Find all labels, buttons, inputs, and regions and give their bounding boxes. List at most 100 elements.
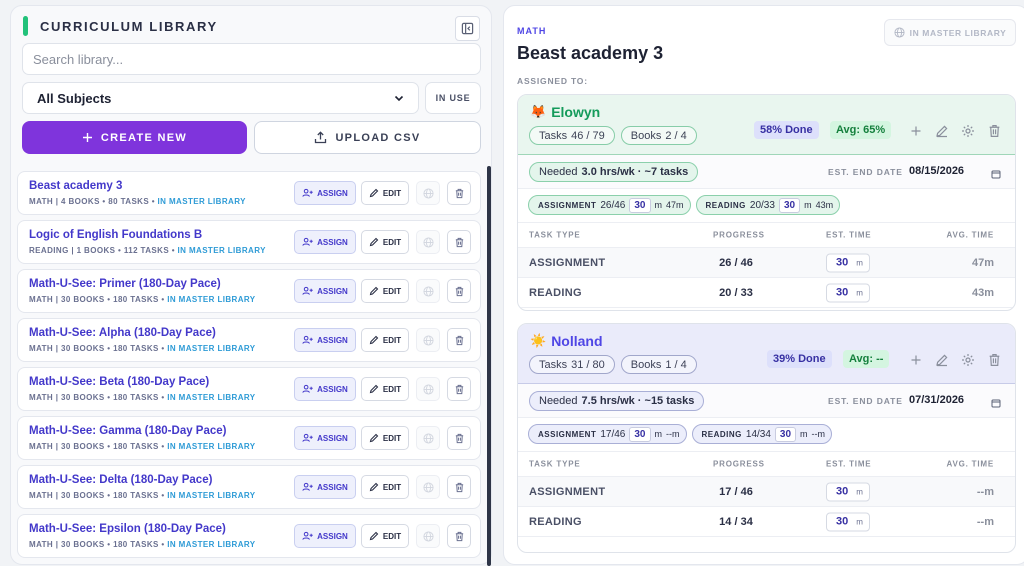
curriculum-meta-text: MATH | 30 BOOKS • 180 TASKS •	[29, 491, 168, 500]
est-time-input[interactable]: 30 m	[826, 283, 870, 302]
curriculum-list-item[interactable]: Math-U-See: Beta (180-Day Pace) MATH | 3…	[17, 367, 481, 411]
publish-globe-button[interactable]	[416, 475, 440, 499]
curriculum-library-panel: CURRICULUM LIBRARY All Subjects IN USE C…	[10, 5, 492, 566]
edit-button[interactable]: EDIT	[361, 475, 409, 499]
edit-button[interactable]: EDIT	[361, 524, 409, 548]
edit-button[interactable]: EDIT	[361, 181, 409, 205]
task-time-input[interactable]: 30	[629, 426, 651, 442]
add-button[interactable]	[907, 122, 925, 140]
needed-label: Needed	[539, 395, 578, 407]
delete-button[interactable]	[447, 524, 471, 548]
calendar-button[interactable]	[991, 166, 1001, 184]
task-time-input[interactable]: 30	[774, 426, 797, 442]
settings-button[interactable]	[959, 122, 977, 140]
curriculum-name[interactable]: Math-U-See: Epsilon (180-Day Pace)	[29, 523, 226, 535]
assign-button[interactable]: ASSIGN	[294, 181, 356, 205]
settings-button[interactable]	[959, 351, 977, 369]
row-est-time[interactable]: 30 m	[826, 482, 870, 501]
edit-button[interactable]: EDIT	[361, 279, 409, 303]
curriculum-list-item[interactable]: Logic of English Foundations B READING |…	[17, 220, 481, 264]
est-end-date-value[interactable]: 08/15/2026	[909, 165, 964, 177]
curriculum-name[interactable]: Math-U-See: Alpha (180-Day Pace)	[29, 327, 216, 339]
upload-csv-button[interactable]: UPLOAD CSV	[254, 121, 481, 154]
task-table-header: TASK TYPE PROGRESS EST. TIME AVG. TIME	[518, 223, 1015, 248]
plus-icon	[911, 355, 921, 365]
assign-button[interactable]: ASSIGN	[294, 230, 356, 254]
row-est-time[interactable]: 30 m	[826, 283, 870, 302]
edit-label: EDIT	[382, 286, 402, 296]
assign-label: ASSIGN	[317, 482, 348, 492]
student-name-text: Nolland	[551, 333, 603, 349]
in-master-library-button[interactable]: IN MASTER LIBRARY	[884, 19, 1016, 46]
subject-filter-select[interactable]: All Subjects	[22, 82, 419, 114]
edit-button[interactable]: EDIT	[361, 377, 409, 401]
delete-button[interactable]	[447, 230, 471, 254]
row-progress: 20 / 33	[719, 286, 753, 299]
task-time-input[interactable]: 30	[778, 197, 801, 213]
row-est-time[interactable]: 30 m	[826, 512, 870, 531]
master-library-tag: IN MASTER LIBRARY	[167, 344, 256, 353]
delete-button[interactable]	[447, 279, 471, 303]
delete-button[interactable]	[447, 475, 471, 499]
curriculum-name[interactable]: Logic of English Foundations B	[29, 229, 202, 241]
student-card-header: 🦊 Elowyn Tasks 46 / 79 Books 2 / 4 58% Don…	[518, 95, 1015, 155]
delete-button[interactable]	[447, 181, 471, 205]
curriculum-list-item[interactable]: Math-U-See: Delta (180-Day Pace) MATH | …	[17, 465, 481, 509]
list-scrollbar[interactable]	[487, 166, 491, 566]
delete-button[interactable]	[447, 426, 471, 450]
delete-button[interactable]	[447, 377, 471, 401]
est-time-input[interactable]: 30 m	[826, 512, 870, 531]
edit-button[interactable]: EDIT	[361, 230, 409, 254]
curriculum-name[interactable]: Math-U-See: Delta (180-Day Pace)	[29, 474, 212, 486]
task-type-chip: ASSIGNMENT 17/46 30 m --m	[528, 424, 687, 444]
calendar-button[interactable]	[991, 395, 1001, 413]
curriculum-name[interactable]: Math-U-See: Beta (180-Day Pace)	[29, 376, 209, 388]
curriculum-list-item[interactable]: Math-U-See: Gamma (180-Day Pace) MATH | …	[17, 416, 481, 460]
master-library-tag: IN MASTER LIBRARY	[167, 295, 256, 304]
edit-button[interactable]: EDIT	[361, 426, 409, 450]
assign-button[interactable]: ASSIGN	[294, 279, 356, 303]
create-new-button[interactable]: CREATE NEW	[22, 121, 247, 154]
publish-globe-button[interactable]	[416, 181, 440, 205]
edit-assignment-button[interactable]	[933, 351, 951, 369]
curriculum-name[interactable]: Beast academy 3	[29, 180, 122, 192]
remove-assignment-button[interactable]	[985, 351, 1003, 369]
curriculum-meta: MATH | 30 BOOKS • 180 TASKS • IN MASTER …	[29, 491, 256, 500]
curriculum-list-item[interactable]: Beast academy 3 MATH | 4 BOOKS • 80 TASK…	[17, 171, 481, 215]
edit-button[interactable]: EDIT	[361, 328, 409, 352]
task-time-input[interactable]: 30	[629, 197, 651, 213]
curriculum-list-item[interactable]: Math-U-See: Primer (180-Day Pace) MATH |…	[17, 269, 481, 313]
curriculum-list-item[interactable]: Math-U-See: Alpha (180-Day Pace) MATH | …	[17, 318, 481, 362]
student-name[interactable]: 🦊 Elowyn	[530, 104, 600, 120]
collapse-panel-button[interactable]	[455, 16, 480, 41]
est-time-input[interactable]: 30 m	[826, 253, 870, 272]
publish-globe-button[interactable]	[416, 328, 440, 352]
student-assignment-card: 🦊 Elowyn Tasks 46 / 79 Books 2 / 4 58% Don…	[517, 94, 1016, 311]
row-est-time[interactable]: 30 m	[826, 253, 870, 272]
search-input[interactable]	[22, 43, 481, 75]
assign-button[interactable]: ASSIGN	[294, 524, 356, 548]
delete-button[interactable]	[447, 328, 471, 352]
assign-button[interactable]: ASSIGN	[294, 426, 356, 450]
publish-globe-button[interactable]	[416, 426, 440, 450]
in-use-filter-button[interactable]: IN USE	[425, 82, 481, 114]
student-name[interactable]: ☀️ Nolland	[530, 333, 603, 349]
assign-button[interactable]: ASSIGN	[294, 475, 356, 499]
publish-globe-button[interactable]	[416, 377, 440, 401]
publish-globe-button[interactable]	[416, 230, 440, 254]
assign-button[interactable]: ASSIGN	[294, 377, 356, 401]
remove-assignment-button[interactable]	[985, 122, 1003, 140]
publish-globe-button[interactable]	[416, 524, 440, 548]
assign-button[interactable]: ASSIGN	[294, 328, 356, 352]
curriculum-list-item[interactable]: Math-U-See: Epsilon (180-Day Pace) MATH …	[17, 514, 481, 558]
publish-globe-button[interactable]	[416, 279, 440, 303]
est-end-date-value[interactable]: 07/31/2026	[909, 394, 964, 406]
est-time-input[interactable]: 30 m	[826, 482, 870, 501]
edit-assignment-button[interactable]	[933, 122, 951, 140]
curriculum-name[interactable]: Math-U-See: Primer (180-Day Pace)	[29, 278, 221, 290]
task-type-chips-row: ASSIGNMENT 26/46 30 m 47m READING 20/33 …	[518, 189, 1015, 223]
pencil-icon	[936, 354, 948, 367]
master-library-tag: IN MASTER LIBRARY	[167, 442, 256, 451]
add-button[interactable]	[907, 351, 925, 369]
curriculum-name[interactable]: Math-U-See: Gamma (180-Day Pace)	[29, 425, 227, 437]
